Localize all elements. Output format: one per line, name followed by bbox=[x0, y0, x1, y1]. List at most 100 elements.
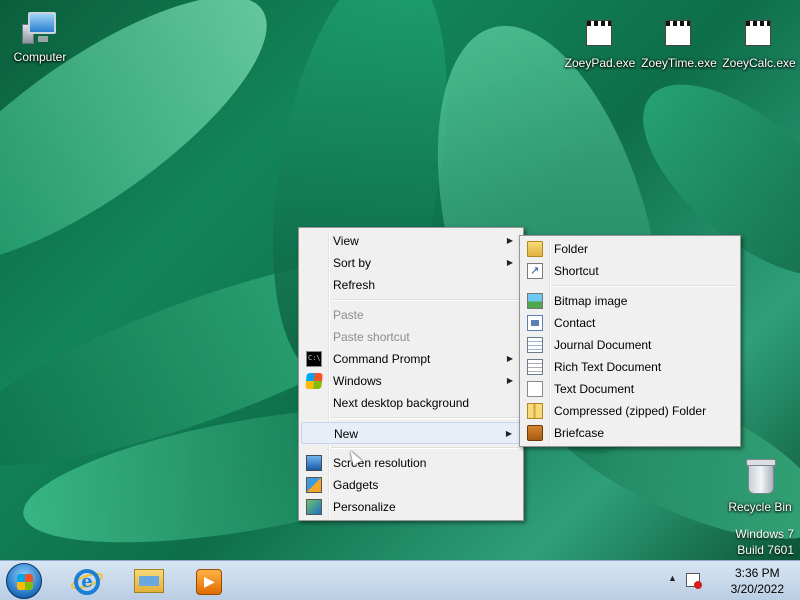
submenu-arrow-icon: ▶ bbox=[506, 236, 513, 245]
desktop[interactable]: Computer ZoeyPad.exe ZoeyTime.exe ZoeyCa… bbox=[0, 0, 800, 560]
screen-resolution-icon bbox=[306, 455, 322, 471]
new-item-bitmap[interactable]: Bitmap image bbox=[522, 290, 738, 312]
desktop-icon-computer[interactable]: Computer bbox=[0, 10, 80, 64]
desktop-icon-zoeycalc[interactable]: ZoeyCalc.exe bbox=[719, 16, 799, 70]
menu-item-paste: Paste bbox=[301, 304, 521, 326]
menu-item-screen-resolution[interactable]: Screen resolution bbox=[301, 452, 521, 474]
taskbar: e ▲ 3:36 PM 3/20/2022 bbox=[0, 560, 800, 600]
menu-item-label: Refresh bbox=[333, 278, 376, 292]
text-document-icon bbox=[527, 381, 543, 397]
watermark-os: Windows 7 bbox=[735, 527, 794, 541]
show-hidden-icons-button[interactable]: ▲ bbox=[668, 573, 677, 583]
new-item-contact[interactable]: Contact bbox=[522, 312, 738, 334]
menu-item-sort-by[interactable]: Sort by ▶ bbox=[301, 252, 521, 274]
menu-item-label: Paste shortcut bbox=[333, 330, 410, 344]
menu-item-label: Next desktop background bbox=[333, 396, 470, 410]
submenu-arrow-icon: ▶ bbox=[506, 354, 513, 363]
menu-item-label: Briefcase bbox=[554, 426, 605, 440]
menu-item-gadgets[interactable]: Gadgets bbox=[301, 474, 521, 496]
new-item-briefcase[interactable]: Briefcase bbox=[522, 422, 738, 444]
menu-item-paste-shortcut: Paste shortcut bbox=[301, 326, 521, 348]
taskbar-windows-explorer[interactable] bbox=[122, 563, 176, 599]
menu-item-next-background[interactable]: Next desktop background bbox=[301, 392, 521, 414]
new-item-text-document[interactable]: Text Document bbox=[522, 378, 738, 400]
desktop-icon-label: ZoeyPad.exe bbox=[564, 56, 636, 70]
menu-item-windows[interactable]: Windows ▶ bbox=[301, 370, 521, 392]
folder-icon bbox=[527, 241, 543, 257]
windows-logo-icon bbox=[305, 373, 323, 389]
menu-item-label: Text Document bbox=[554, 382, 635, 396]
new-item-folder[interactable]: Folder bbox=[522, 238, 738, 260]
clock-date: 3/20/2022 bbox=[730, 582, 784, 596]
new-item-zip-folder[interactable]: Compressed (zipped) Folder bbox=[522, 400, 738, 422]
menu-item-new[interactable]: New ▶ bbox=[301, 422, 521, 444]
shortcut-icon bbox=[527, 260, 543, 282]
menu-item-label: New bbox=[334, 427, 359, 441]
windows-build-watermark: Windows 7 Build 7601 bbox=[735, 527, 794, 557]
command-prompt-icon bbox=[306, 347, 322, 369]
menu-item-label: Journal Document bbox=[554, 338, 652, 352]
journal-icon bbox=[527, 337, 543, 353]
menu-item-label: Personalize bbox=[333, 500, 396, 514]
menu-item-label: View bbox=[333, 234, 359, 248]
internet-explorer-icon: e bbox=[74, 569, 100, 595]
exe-icon bbox=[582, 16, 618, 52]
new-submenu: Folder Shortcut Bitmap image Contact Jou… bbox=[519, 235, 741, 447]
submenu-arrow-icon: ▶ bbox=[505, 429, 512, 438]
clock-time: 3:36 PM bbox=[734, 566, 780, 580]
submenu-arrow-icon: ▶ bbox=[506, 258, 513, 267]
menu-item-label: Bitmap image bbox=[554, 294, 628, 308]
menu-item-label: Screen resolution bbox=[333, 456, 427, 470]
briefcase-icon bbox=[527, 425, 543, 441]
menu-item-label: Sort by bbox=[333, 256, 372, 270]
menu-item-label: Windows bbox=[333, 374, 382, 388]
menu-item-label: Shortcut bbox=[554, 264, 599, 278]
menu-separator bbox=[552, 282, 738, 290]
menu-item-refresh[interactable]: Refresh bbox=[301, 274, 521, 296]
desktop-icon-label: ZoeyTime.exe bbox=[641, 56, 717, 70]
menu-item-label: Command Prompt bbox=[333, 352, 431, 366]
bitmap-icon bbox=[527, 293, 543, 309]
menu-item-label: Compressed (zipped) Folder bbox=[554, 404, 707, 418]
computer-icon bbox=[22, 10, 58, 46]
new-item-journal[interactable]: Journal Document bbox=[522, 334, 738, 356]
menu-item-view[interactable]: View ▶ bbox=[301, 230, 521, 252]
clock[interactable]: 3:36 PM 3/20/2022 bbox=[731, 565, 784, 597]
windows-logo-icon bbox=[17, 574, 33, 590]
menu-separator bbox=[331, 414, 521, 422]
menu-separator bbox=[331, 444, 521, 452]
desktop-icon-label: ZoeyCalc.exe bbox=[722, 56, 796, 70]
menu-item-label: Rich Text Document bbox=[554, 360, 662, 374]
media-player-icon bbox=[196, 569, 222, 595]
start-button[interactable] bbox=[6, 563, 42, 599]
desktop-context-menu: View ▶ Sort by ▶ Refresh Paste Paste sho… bbox=[298, 227, 524, 521]
recycle-bin-icon bbox=[742, 459, 778, 496]
zip-folder-icon bbox=[527, 403, 543, 419]
new-item-shortcut[interactable]: Shortcut bbox=[522, 260, 738, 282]
notification-area: ▲ 3:36 PM 3/20/2022 bbox=[660, 561, 800, 600]
menu-item-label: Gadgets bbox=[333, 478, 379, 492]
menu-item-command-prompt[interactable]: Command Prompt ▶ bbox=[301, 347, 521, 370]
new-item-rich-text[interactable]: Rich Text Document bbox=[522, 356, 738, 378]
submenu-arrow-icon: ▶ bbox=[506, 376, 513, 385]
personalize-icon bbox=[306, 499, 322, 515]
desktop-icon-zoeytime[interactable]: ZoeyTime.exe bbox=[639, 16, 719, 70]
action-center-icon[interactable] bbox=[686, 573, 702, 589]
menu-item-personalize[interactable]: Personalize bbox=[301, 496, 521, 518]
watermark-build: Build 7601 bbox=[737, 543, 794, 557]
desktop-icon-recycle-bin[interactable]: Recycle Bin bbox=[720, 459, 800, 514]
exe-icon bbox=[661, 16, 697, 52]
desktop-icon-label: Computer bbox=[13, 50, 67, 64]
contact-icon bbox=[527, 315, 543, 331]
rich-text-icon bbox=[527, 359, 543, 375]
desktop-icon-label: Recycle Bin bbox=[728, 500, 792, 514]
windows-explorer-icon bbox=[134, 569, 164, 593]
menu-item-label: Paste bbox=[333, 308, 364, 322]
menu-item-label: Contact bbox=[554, 316, 596, 330]
desktop-icon-zoeypad[interactable]: ZoeyPad.exe bbox=[560, 16, 640, 70]
menu-separator bbox=[331, 296, 521, 304]
taskbar-internet-explorer[interactable]: e bbox=[60, 563, 114, 599]
taskbar-media-player[interactable] bbox=[182, 563, 236, 599]
exe-icon bbox=[741, 16, 777, 52]
menu-item-label: Folder bbox=[554, 242, 589, 256]
